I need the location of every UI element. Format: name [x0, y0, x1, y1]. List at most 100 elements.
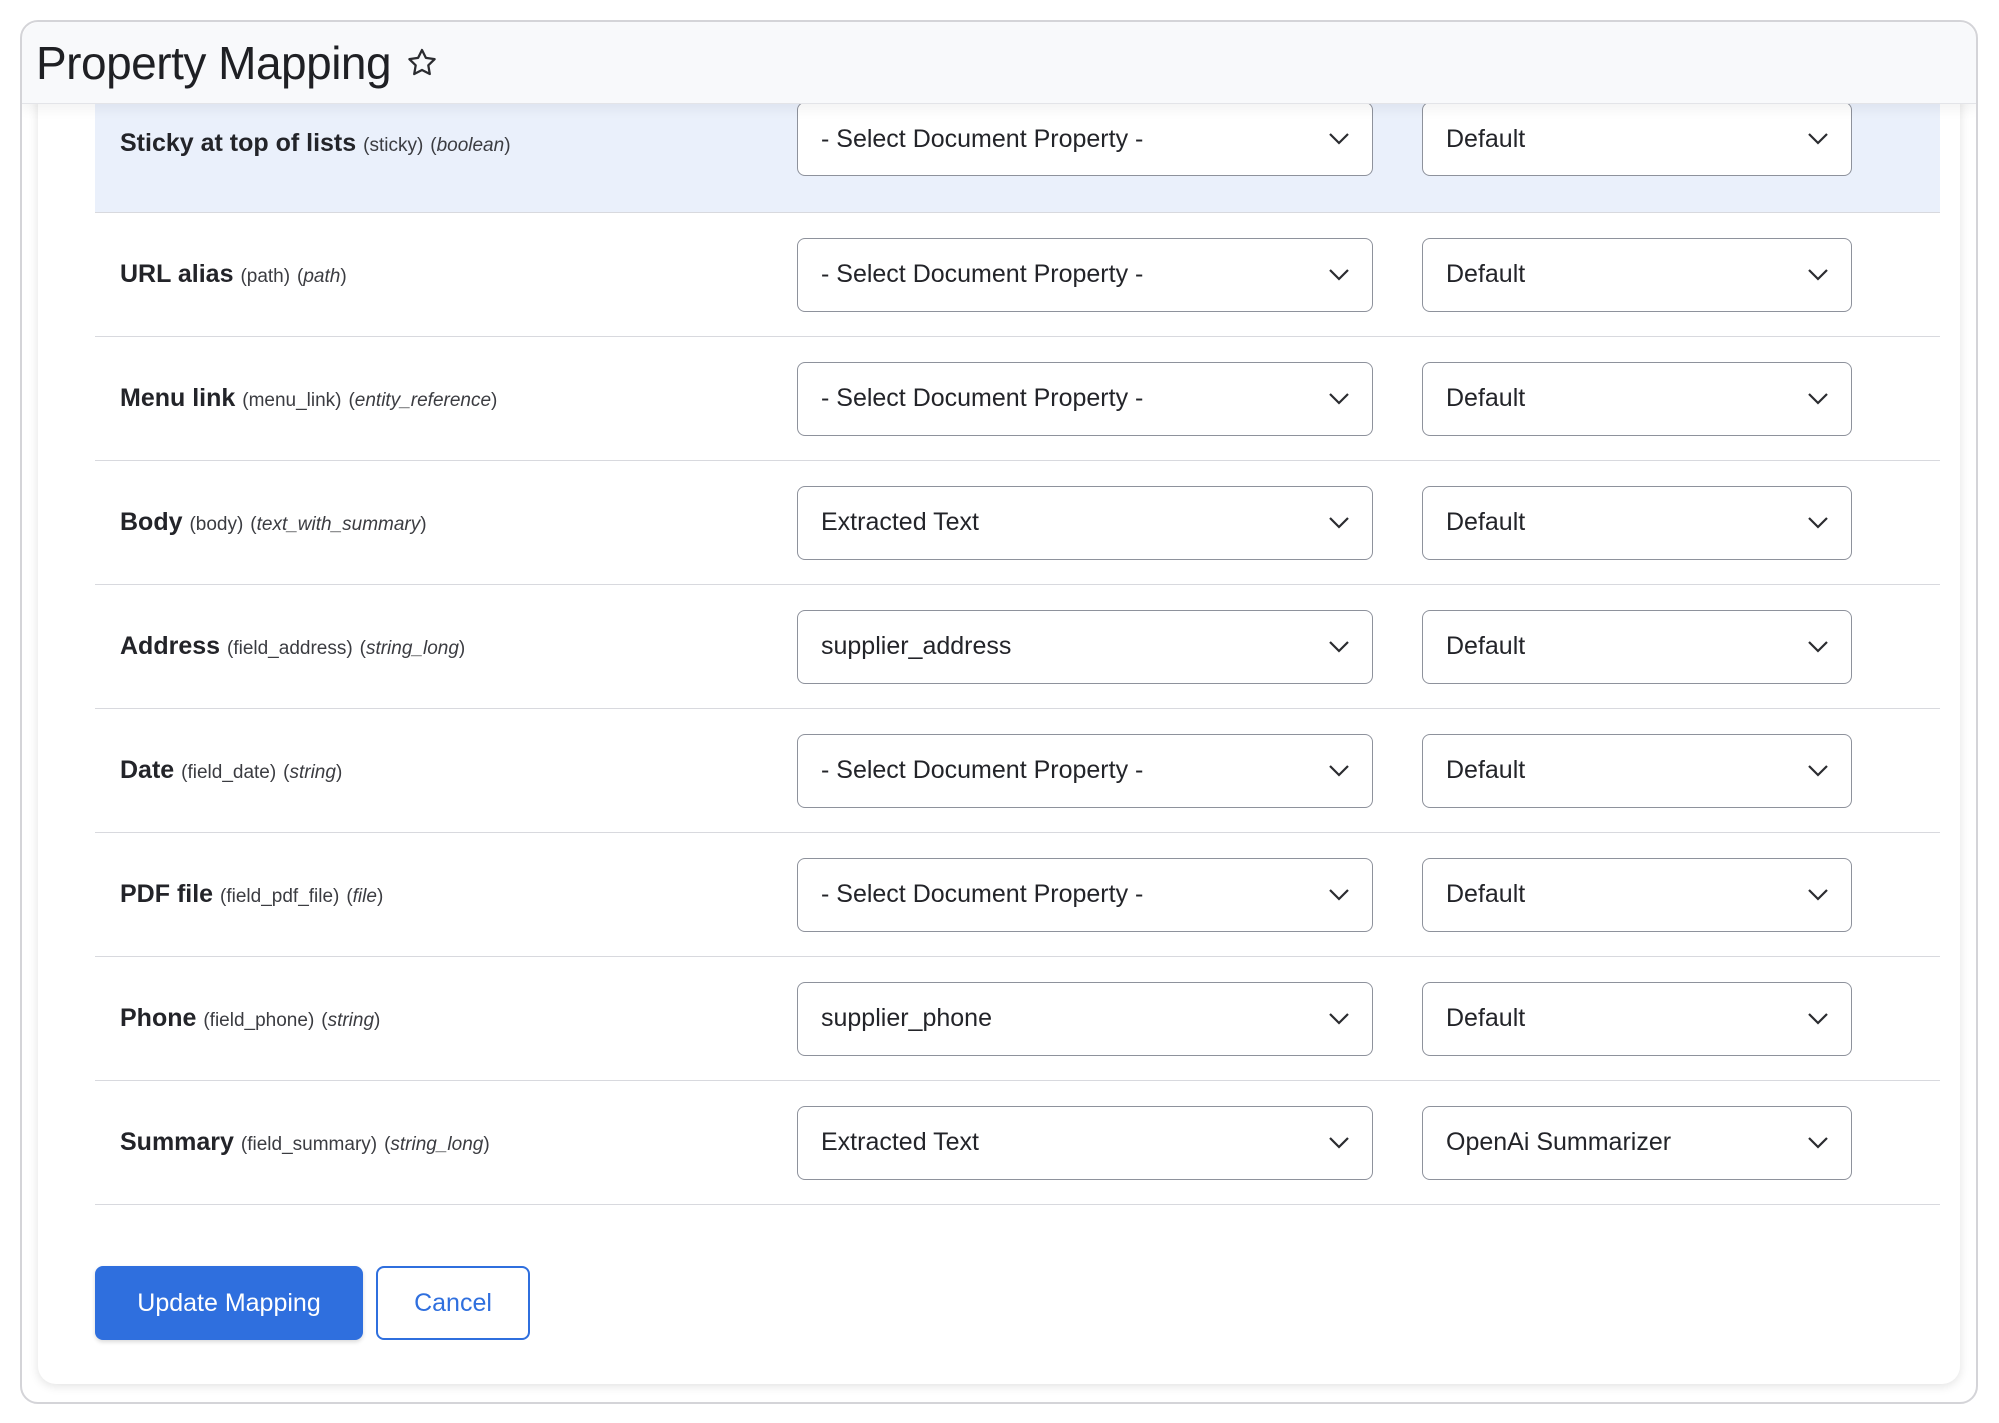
field-label: Phone (field_phone) (string): [120, 1004, 381, 1032]
select-value: - Select Document Property -: [821, 124, 1144, 153]
field-type: boolean: [436, 135, 505, 156]
table-row: Body (body) (text_with_summary) Extracte…: [95, 461, 1940, 585]
field-label: PDF file (field_pdf_file) (file): [120, 880, 384, 908]
field-machine-name: (field_summary): [240, 1134, 378, 1155]
table-row: PDF file (field_pdf_file) (file) - Selec…: [95, 833, 1940, 957]
select-value: Default: [1446, 756, 1526, 784]
field-type: entity_reference: [354, 390, 492, 411]
document-property-select[interactable]: supplier_address: [797, 609, 1373, 684]
select-value: Default: [1446, 260, 1526, 288]
chevron-down-icon: [1329, 764, 1349, 777]
plugin-select[interactable]: Default: [1422, 102, 1852, 176]
chevron-down-icon: [1808, 1136, 1828, 1149]
field-name: Menu link: [120, 384, 236, 412]
document-property-select[interactable]: Extracted Text: [797, 485, 1373, 560]
select-value: - Select Document Property -: [821, 384, 1144, 412]
field-type: path: [303, 266, 341, 287]
field-label: Address (field_address) (string_long): [120, 632, 466, 660]
field-machine-name: (body): [189, 514, 244, 535]
document-property-select[interactable]: - Select Document Property -: [797, 102, 1373, 176]
chevron-down-icon: [1329, 640, 1349, 653]
update-mapping-button[interactable]: Update Mapping: [95, 1266, 363, 1340]
table-row: Summary (field_summary) (string_long) Ex…: [95, 1081, 1940, 1205]
chevron-down-icon: [1808, 392, 1828, 405]
chevron-down-icon: [1808, 888, 1828, 901]
table-row: URL alias (path) (path) - Select Documen…: [95, 213, 1940, 337]
select-value: Default: [1446, 124, 1526, 153]
field-label: Date (field_date) (string): [120, 756, 343, 784]
plugin-select[interactable]: Default: [1422, 485, 1852, 560]
field-name: Sticky at top of lists: [120, 129, 357, 157]
select-value: Default: [1446, 880, 1526, 908]
select-value: Default: [1446, 384, 1526, 412]
table-row: Menu link (menu_link) (entity_reference)…: [95, 337, 1940, 461]
field-name: Summary: [120, 1128, 234, 1156]
chevron-down-icon: [1329, 133, 1349, 145]
field-label: Body (body) (text_with_summary): [120, 508, 427, 536]
document-property-select[interactable]: - Select Document Property -: [797, 857, 1373, 932]
field-type: string_long: [390, 1134, 484, 1155]
select-value: OpenAi Summarizer: [1446, 1128, 1672, 1156]
field-type: string: [289, 762, 336, 783]
field-type: text_with_summary: [256, 514, 421, 535]
select-value: - Select Document Property -: [821, 880, 1144, 908]
field-machine-name: (sticky): [363, 135, 424, 156]
document-property-select[interactable]: - Select Document Property -: [797, 733, 1373, 808]
field-name: PDF file: [120, 880, 214, 908]
chevron-down-icon: [1808, 268, 1828, 281]
table-row: Address (field_address) (string_long) su…: [95, 585, 1940, 709]
field-machine-name: (menu_link): [242, 390, 342, 411]
page-header: Property Mapping: [22, 22, 1976, 104]
table-row: Date (field_date) (string) - Select Docu…: [95, 709, 1940, 833]
page-title: Property Mapping: [36, 36, 392, 89]
select-value: supplier_phone: [821, 1004, 992, 1032]
field-type: string_long: [365, 638, 459, 659]
field-machine-name: (path): [240, 266, 291, 287]
plugin-select[interactable]: Default: [1422, 857, 1852, 932]
chevron-down-icon: [1329, 392, 1349, 405]
field-name: Date: [120, 756, 175, 784]
field-label: URL alias (path) (path): [120, 260, 347, 288]
select-value: - Select Document Property -: [821, 260, 1144, 288]
field-name: Phone: [120, 1004, 197, 1032]
document-property-select[interactable]: Extracted Text: [797, 1105, 1373, 1180]
plugin-select[interactable]: Default: [1422, 981, 1852, 1056]
chevron-down-icon: [1808, 1012, 1828, 1025]
chevron-down-icon: [1329, 1136, 1349, 1149]
field-machine-name: (field_phone): [203, 1010, 315, 1031]
field-name: URL alias: [120, 260, 234, 288]
chevron-down-icon: [1808, 764, 1828, 777]
select-value: Extracted Text: [821, 1128, 979, 1156]
field-label: Sticky at top of lists (sticky) (boolean…: [120, 129, 511, 157]
chevron-down-icon: [1808, 640, 1828, 653]
select-value: Extracted Text: [821, 508, 979, 536]
table-row: Phone (field_phone) (string) supplier_ph…: [95, 957, 1940, 1081]
plugin-select[interactable]: Default: [1422, 609, 1852, 684]
plugin-select[interactable]: OpenAi Summarizer: [1422, 1105, 1852, 1180]
field-label: Summary (field_summary) (string_long): [120, 1128, 490, 1156]
select-value: Default: [1446, 632, 1526, 660]
chevron-down-icon: [1329, 888, 1349, 901]
plugin-select[interactable]: Default: [1422, 361, 1852, 436]
select-value: - Select Document Property -: [821, 756, 1144, 784]
document-property-select[interactable]: - Select Document Property -: [797, 237, 1373, 312]
field-name: Body: [120, 508, 183, 536]
document-property-select[interactable]: - Select Document Property -: [797, 361, 1373, 436]
document-property-select[interactable]: supplier_phone: [797, 981, 1373, 1056]
field-name: Address: [120, 632, 221, 660]
field-type: file: [352, 886, 377, 907]
plugin-select[interactable]: Default: [1422, 237, 1852, 312]
plugin-select[interactable]: Default: [1422, 733, 1852, 808]
field-type: string: [327, 1010, 375, 1031]
chevron-down-icon: [1808, 133, 1828, 145]
browser-window: Property Mapping Sticky at top of lists …: [20, 20, 1978, 1404]
select-value: Default: [1446, 1004, 1526, 1032]
chevron-down-icon: [1808, 516, 1828, 529]
chevron-down-icon: [1329, 516, 1349, 529]
cancel-button[interactable]: Cancel: [376, 1266, 530, 1340]
chevron-down-icon: [1329, 1012, 1349, 1025]
field-machine-name: (field_date): [181, 762, 277, 783]
select-value: Default: [1446, 508, 1526, 536]
field-label: Menu link (menu_link) (entity_reference): [120, 384, 498, 412]
star-icon[interactable]: [405, 46, 439, 80]
